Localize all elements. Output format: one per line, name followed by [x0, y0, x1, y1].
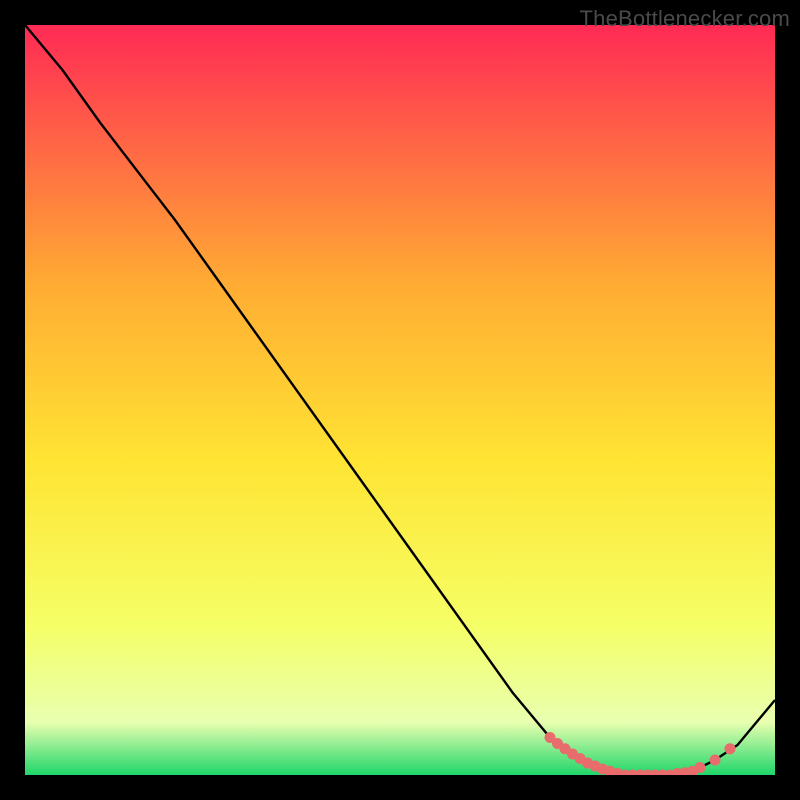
bottleneck-chart [25, 25, 775, 775]
highlight-marker [695, 762, 706, 773]
highlight-marker [710, 755, 721, 766]
chart-plot-area [25, 25, 775, 775]
gradient-background [25, 25, 775, 775]
highlight-marker [725, 743, 736, 754]
watermark-text: TheBottlenecker.com [580, 6, 790, 32]
